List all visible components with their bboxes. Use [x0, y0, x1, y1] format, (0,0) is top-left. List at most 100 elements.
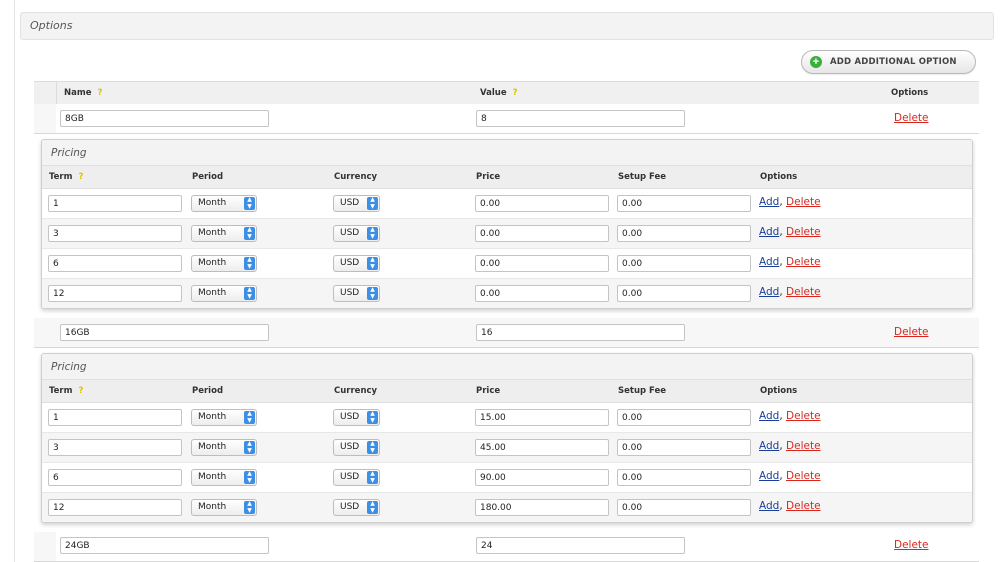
currency-select[interactable]: USD ▲ ▼: [333, 409, 380, 426]
delete-link[interactable]: Delete: [786, 286, 821, 298]
pricing-row: Month▲▼ USD▲▼ Add, Delete: [42, 433, 972, 463]
price-input[interactable]: [475, 225, 609, 242]
setup-fee-input[interactable]: [617, 255, 751, 272]
help-icon[interactable]: ?: [97, 88, 102, 98]
price-input[interactable]: [475, 439, 609, 456]
period-column-header: Period: [192, 386, 224, 396]
delete-link[interactable]: Delete: [786, 256, 821, 268]
select-arrows-icon: ▲ ▼: [244, 440, 255, 454]
value-column-header: Value?: [480, 88, 518, 98]
option-value-input[interactable]: [476, 324, 685, 341]
setup-fee-input[interactable]: [617, 409, 751, 426]
price-input[interactable]: [475, 255, 609, 272]
setup-fee-input[interactable]: [617, 225, 751, 242]
option-name-input[interactable]: [60, 110, 269, 127]
price-input[interactable]: [475, 409, 609, 426]
panel-title: Options: [30, 19, 73, 32]
term-column-header: Term?: [49, 386, 84, 396]
term-input[interactable]: [48, 469, 182, 486]
term-input[interactable]: [48, 499, 182, 516]
delete-option-link[interactable]: Delete: [894, 326, 929, 338]
pricing-row: Month▲▼ USD▲▼ Add, Delete: [42, 219, 972, 249]
help-icon[interactable]: ?: [78, 172, 83, 182]
name-column-header: Name?: [64, 88, 103, 98]
currency-select[interactable]: USD ▲ ▼: [333, 285, 380, 302]
setup-fee-column-header: Setup Fee: [618, 172, 667, 182]
delete-option-link[interactable]: Delete: [894, 539, 929, 551]
currency-select[interactable]: USD ▲ ▼: [333, 225, 380, 242]
currency-select[interactable]: USD ▲ ▼: [333, 439, 380, 456]
delete-link[interactable]: Delete: [786, 440, 821, 452]
delete-option-link[interactable]: Delete: [894, 112, 929, 124]
currency-column-header: Currency: [334, 172, 378, 182]
option-value-input[interactable]: [476, 537, 685, 554]
period-select[interactable]: Month ▲ ▼: [191, 285, 257, 302]
pricing-header-row: Term? Period Currency Price Setup Fee Op…: [42, 380, 972, 403]
row-gutter: [34, 104, 56, 133]
pricing-row: Month▲▼ USD▲▼ Add, Delete: [42, 493, 972, 522]
period-select[interactable]: Month ▲ ▼: [191, 225, 257, 242]
add-link[interactable]: Add: [759, 286, 779, 298]
options-column-header: Options: [891, 88, 929, 98]
setup-fee-input[interactable]: [617, 195, 751, 212]
select-arrows-icon: ▲ ▼: [244, 196, 255, 210]
price-input[interactable]: [475, 285, 609, 302]
price-input[interactable]: [475, 469, 609, 486]
option-row: Delete: [34, 318, 979, 348]
add-link[interactable]: Add: [759, 226, 779, 238]
add-link[interactable]: Add: [759, 470, 779, 482]
row-actions: Add, Delete: [759, 286, 821, 298]
term-input[interactable]: [48, 439, 182, 456]
pricing-header-row: Term? Period Currency Price Setup Fee Op…: [42, 166, 972, 189]
delete-link[interactable]: Delete: [786, 470, 821, 482]
option-value-input[interactable]: [476, 110, 685, 127]
row-actions: Add, Delete: [759, 256, 821, 268]
select-arrows-icon: ▲ ▼: [367, 196, 378, 210]
setup-fee-input[interactable]: [617, 469, 751, 486]
option-name-input[interactable]: [60, 537, 269, 554]
pricing-title: Pricing: [51, 361, 87, 373]
price-column-header: Price: [476, 386, 501, 396]
plus-icon: +: [810, 56, 822, 68]
term-input[interactable]: [48, 225, 182, 242]
option-name-input[interactable]: [60, 324, 269, 341]
price-input[interactable]: [475, 499, 609, 516]
currency-select[interactable]: USD ▲ ▼: [333, 499, 380, 516]
delete-link[interactable]: Delete: [786, 196, 821, 208]
term-input[interactable]: [48, 195, 182, 212]
currency-select[interactable]: USD ▲ ▼: [333, 195, 380, 212]
add-link[interactable]: Add: [759, 256, 779, 268]
help-icon[interactable]: ?: [78, 386, 83, 396]
add-link[interactable]: Add: [759, 440, 779, 452]
period-select[interactable]: Month ▲ ▼: [191, 439, 257, 456]
setup-fee-input[interactable]: [617, 439, 751, 456]
add-additional-option-button[interactable]: + ADD ADDITIONAL OPTION: [801, 50, 976, 74]
add-link[interactable]: Add: [759, 410, 779, 422]
currency-select[interactable]: USD ▲ ▼: [333, 255, 380, 272]
delete-link[interactable]: Delete: [786, 500, 821, 512]
price-input[interactable]: [475, 195, 609, 212]
term-input[interactable]: [48, 409, 182, 426]
delete-link[interactable]: Delete: [786, 226, 821, 238]
term-input[interactable]: [48, 255, 182, 272]
term-input[interactable]: [48, 285, 182, 302]
setup-fee-input[interactable]: [617, 499, 751, 516]
pricing-row: Month▲▼ USD▲▼ Add, Delete: [42, 463, 972, 493]
setup-fee-input[interactable]: [617, 285, 751, 302]
select-arrows-icon: ▲ ▼: [244, 256, 255, 270]
period-select[interactable]: Month ▲ ▼: [191, 499, 257, 516]
help-icon[interactable]: ?: [513, 88, 518, 98]
select-arrows-icon: ▲ ▼: [244, 286, 255, 300]
add-link[interactable]: Add: [759, 196, 779, 208]
row-actions: Add, Delete: [759, 500, 821, 512]
pricing-title-bar: Pricing: [42, 354, 972, 380]
add-link[interactable]: Add: [759, 500, 779, 512]
period-select[interactable]: Month ▲ ▼: [191, 195, 257, 212]
select-arrows-icon: ▲ ▼: [244, 470, 255, 484]
currency-select[interactable]: USD ▲ ▼: [333, 469, 380, 486]
period-select[interactable]: Month ▲ ▼: [191, 255, 257, 272]
period-select[interactable]: Month ▲ ▼: [191, 469, 257, 486]
delete-link[interactable]: Delete: [786, 410, 821, 422]
options-column-header: Options: [760, 172, 798, 182]
period-select[interactable]: Month ▲ ▼: [191, 409, 257, 426]
